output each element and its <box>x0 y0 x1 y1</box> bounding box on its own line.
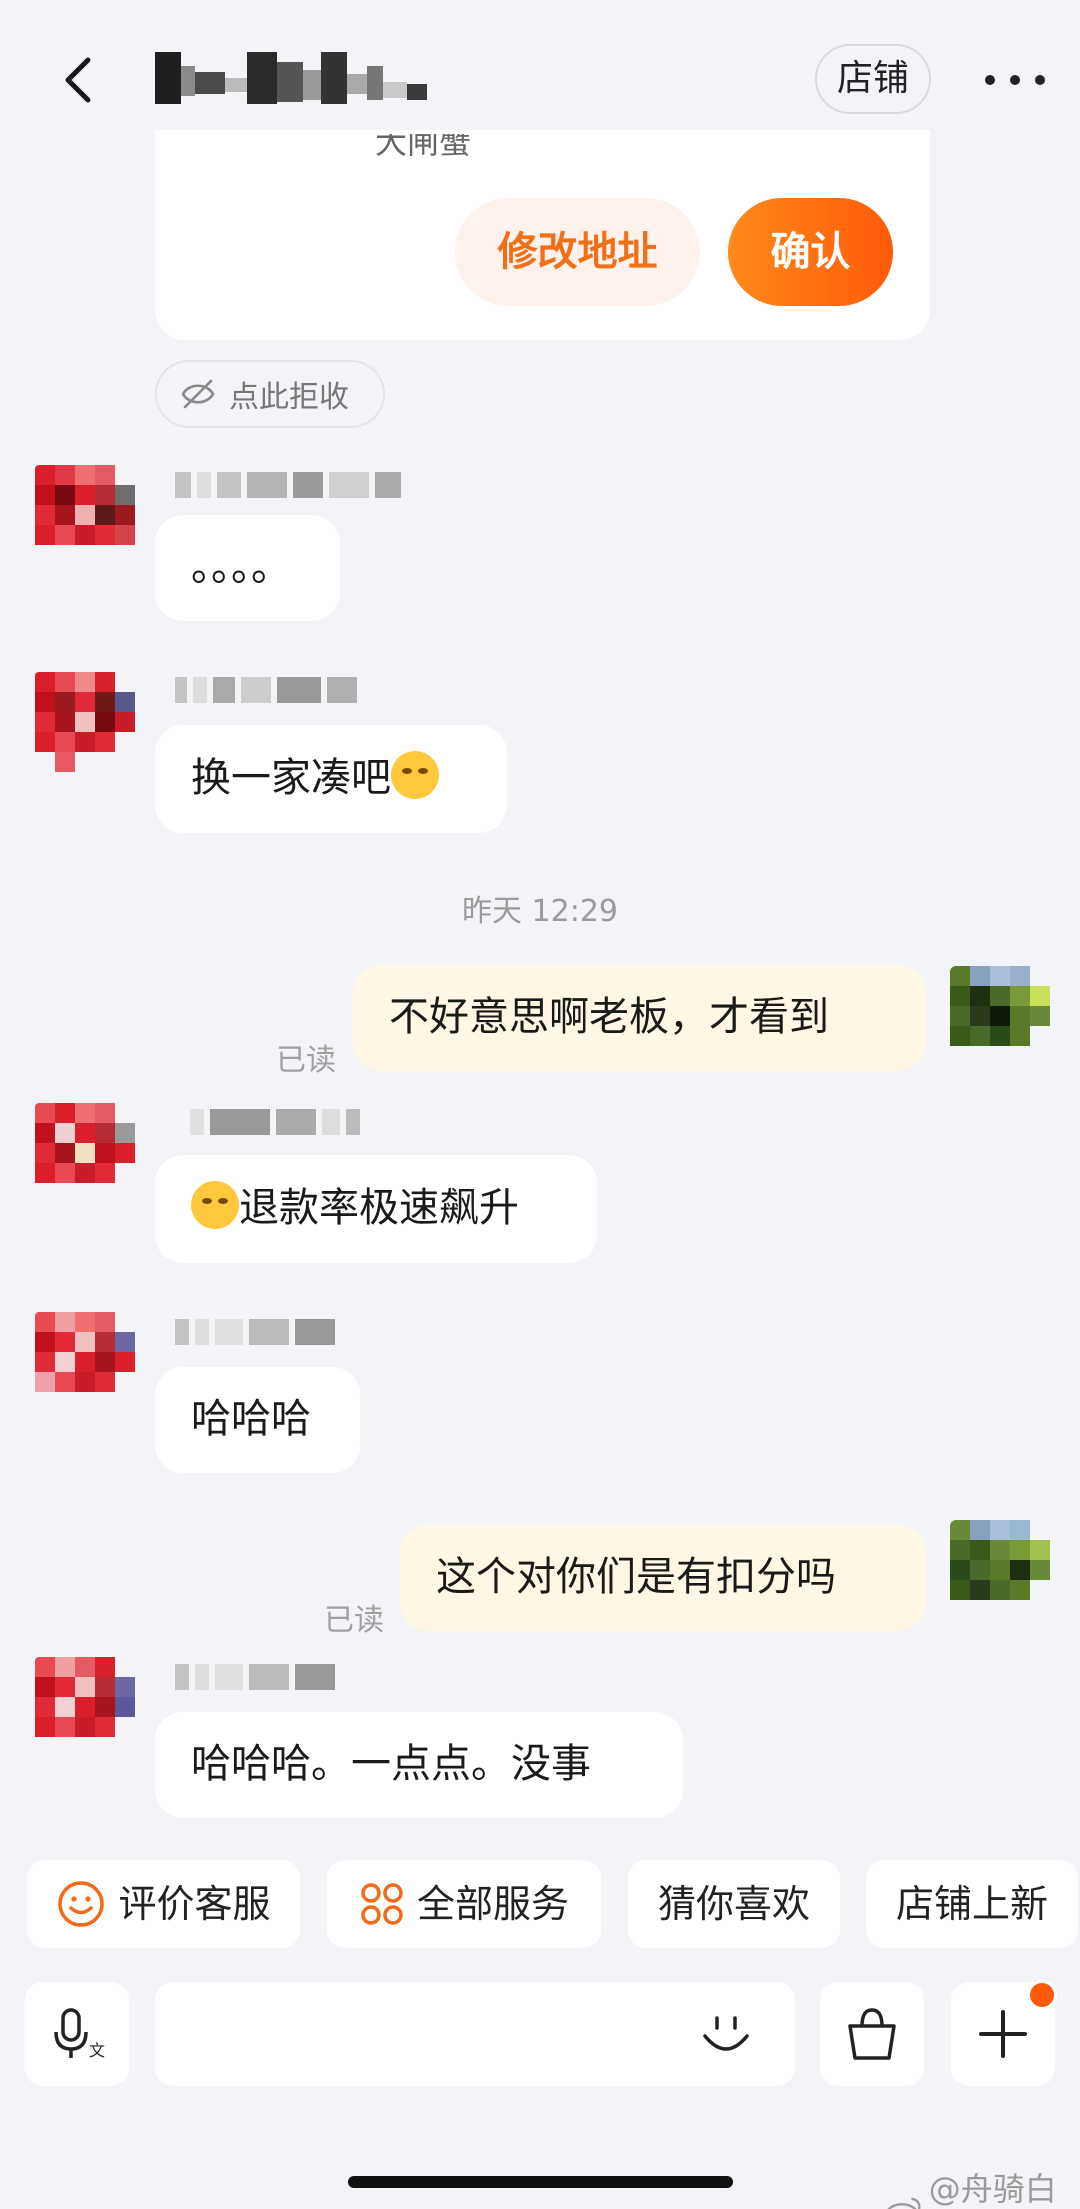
my-avatar[interactable] <box>950 1520 1050 1620</box>
more-options-button[interactable] <box>985 58 1045 102</box>
emoji-icon[interactable] <box>697 2006 755 2064</box>
avatar[interactable] <box>35 672 135 772</box>
product-bag-button[interactable] <box>820 1982 924 2086</box>
chip-label: 全部服务 <box>416 1882 569 1926</box>
quick-actions-row: 评价客服 全部服务 猜你喜欢 店铺上新 <box>0 1860 1080 1950</box>
notification-dot <box>1027 1980 1057 2010</box>
back-button[interactable] <box>54 52 110 108</box>
smile-icon <box>58 1881 105 1927</box>
read-receipt: 已读 <box>276 1043 336 1078</box>
avatar[interactable] <box>35 1103 135 1203</box>
chip-label: 店铺上新 <box>895 1882 1048 1926</box>
input-bar: 文 <box>0 1980 1080 2086</box>
grid-icon <box>361 1883 403 1925</box>
sender-name-blurred <box>190 1105 360 1139</box>
chevron-left-icon <box>65 57 91 103</box>
timestamp: 昨天 12:29 <box>462 894 618 929</box>
avatar[interactable] <box>35 1657 135 1757</box>
message-bubble-outgoing[interactable]: 这个对你们是有扣分吗 <box>400 1525 926 1631</box>
shop-name-blurred <box>155 52 427 104</box>
my-avatar[interactable] <box>950 966 1050 1066</box>
message-bubble-outgoing[interactable]: 不好意思啊老板，才看到 <box>353 965 926 1071</box>
message-text: 退款率极速飙升 <box>239 1185 519 1231</box>
avatar[interactable] <box>35 1312 135 1412</box>
voice-input-button[interactable]: 文 <box>25 1982 129 2086</box>
rate-service-button[interactable]: 评价客服 <box>27 1860 300 1948</box>
modify-address-button[interactable]: 修改地址 <box>455 198 700 306</box>
facepalm-emoji-icon <box>391 751 439 799</box>
sender-name-blurred <box>175 673 357 707</box>
reject-delivery-button[interactable]: 点此拒收 <box>155 360 385 428</box>
message-bubble-incoming[interactable]: 。。。。 <box>155 515 340 621</box>
message-text: 换一家凑吧 <box>191 755 391 801</box>
chip-label: 猜你喜欢 <box>657 1882 810 1926</box>
message-bubble-incoming[interactable]: 换一家凑吧 <box>155 725 507 833</box>
eye-off-icon <box>181 379 215 409</box>
dot <box>1010 75 1020 85</box>
home-indicator[interactable] <box>348 2176 733 2188</box>
svg-text:文: 文 <box>89 2041 105 2060</box>
sender-name-blurred <box>175 1315 335 1349</box>
microphone-icon: 文 <box>54 2008 105 2060</box>
more-actions-button[interactable] <box>951 1980 1057 2086</box>
confirm-button[interactable]: 确认 <box>728 198 893 306</box>
shop-new-arrivals-button[interactable]: 店铺上新 <box>866 1860 1078 1948</box>
all-services-button[interactable]: 全部服务 <box>327 1860 601 1948</box>
weibo-logo-icon <box>887 2197 921 2209</box>
message-input-box[interactable] <box>155 1982 795 2086</box>
guess-you-like-button[interactable]: 猜你喜欢 <box>628 1860 840 1948</box>
dot <box>985 75 995 85</box>
read-receipt: 已读 <box>324 1603 384 1638</box>
dot <box>1035 75 1045 85</box>
sender-name-blurred <box>175 1660 335 1694</box>
shop-button[interactable]: 店铺 <box>815 44 931 114</box>
reject-label: 点此拒收 <box>229 380 349 415</box>
chip-label: 评价客服 <box>118 1882 271 1926</box>
message-bubble-incoming[interactable]: 哈哈哈 <box>155 1367 360 1473</box>
message-bubble-incoming[interactable]: 哈哈哈。一点点。没事 <box>155 1712 683 1818</box>
message-input[interactable] <box>179 2002 699 2066</box>
flushed-emoji-icon <box>191 1181 239 1229</box>
plus-icon <box>979 2010 1027 2058</box>
shopping-bag-icon <box>848 2008 896 2060</box>
watermark: @舟骑白马 <box>885 2164 1080 2209</box>
address-text: 大闸蟹 <box>375 134 472 161</box>
chat-screen: 店铺 大闸蟹 修改地址 确认 点此拒收 。。。。 换一家凑吧 昨天 12:29 … <box>0 0 1080 2209</box>
watermark-text: @舟骑白马 <box>928 2170 1057 2208</box>
address-clipped-text: 大闸蟹 <box>375 134 471 162</box>
message-bubble-incoming[interactable]: 退款率极速飙升 <box>155 1155 597 1263</box>
sender-name-blurred <box>175 468 401 502</box>
avatar[interactable] <box>35 465 135 565</box>
